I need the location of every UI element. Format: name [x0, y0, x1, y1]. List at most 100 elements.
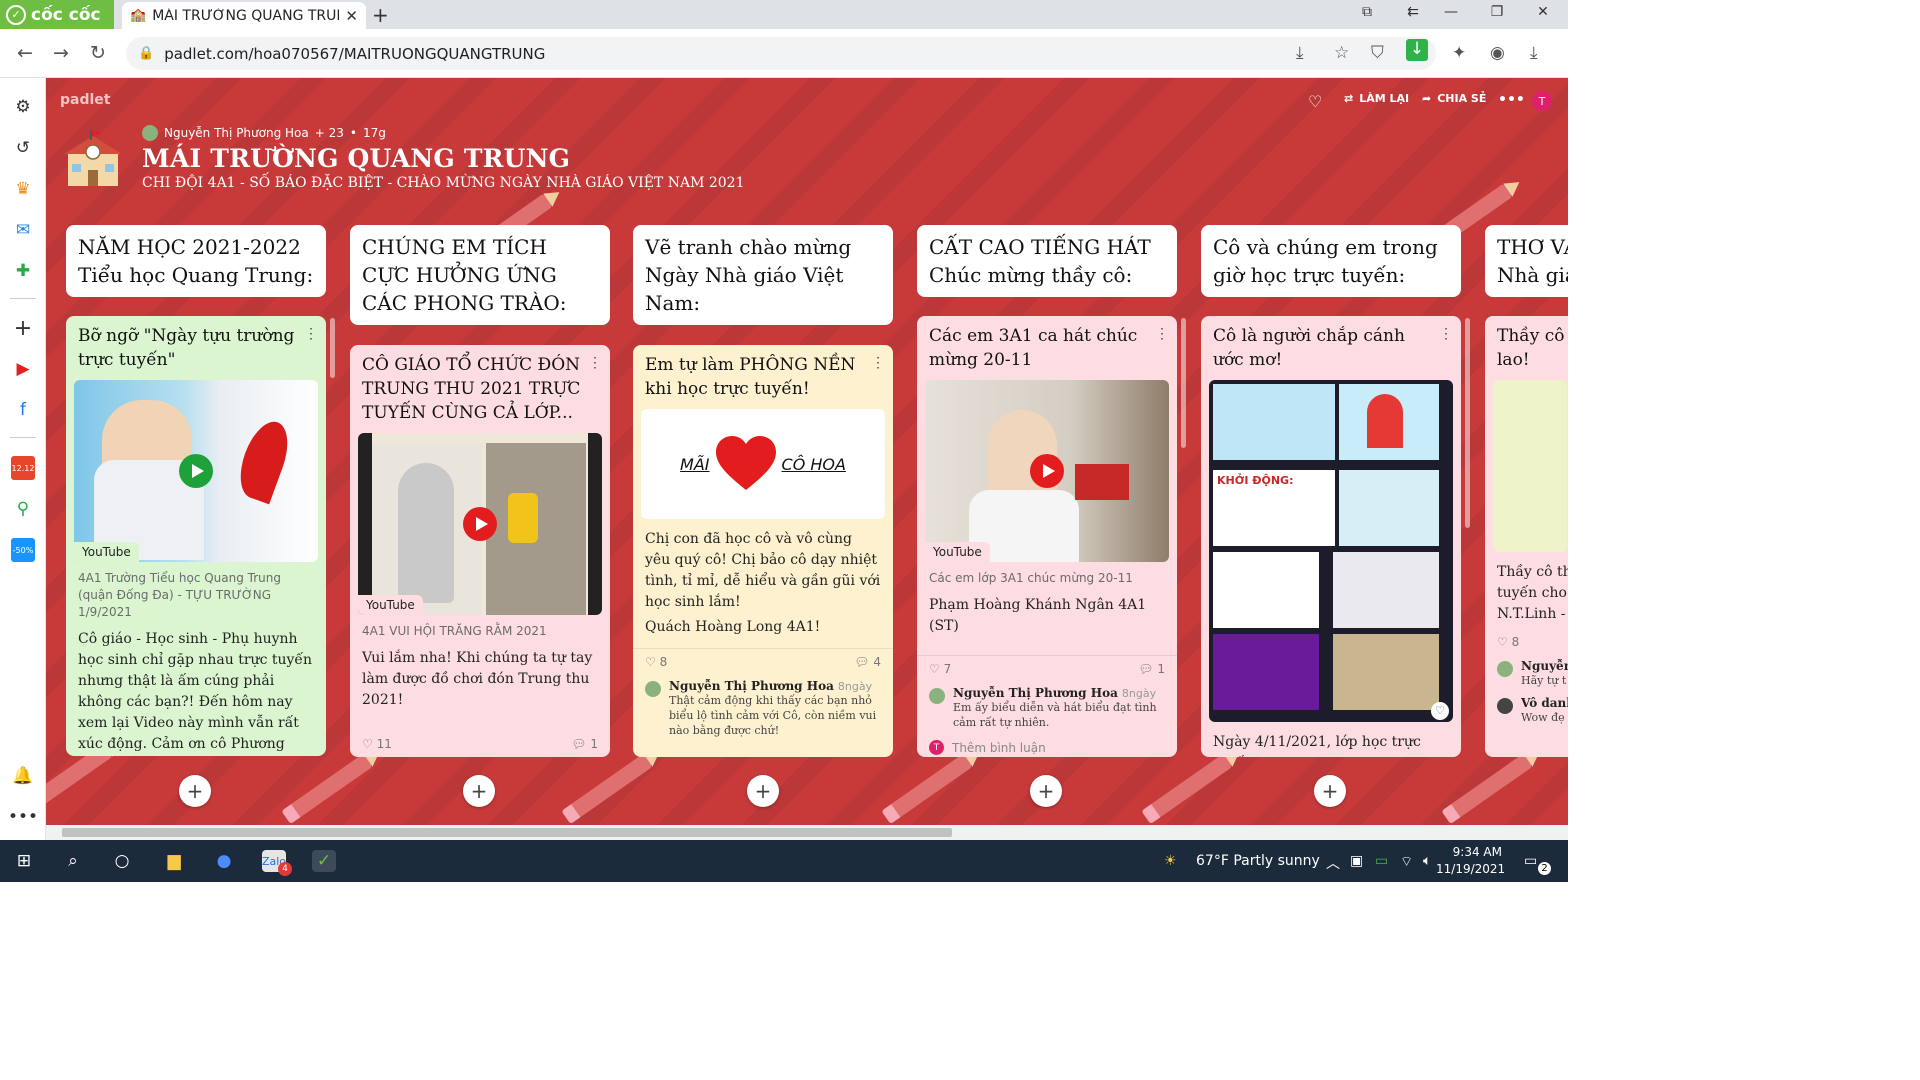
comment-avatar[interactable]: [645, 681, 661, 697]
add-post-button[interactable]: +: [179, 775, 211, 807]
download-extension-icon[interactable]: ↓: [1406, 39, 1428, 61]
maximize-button[interactable]: ❐: [1474, 4, 1520, 20]
add-post-button[interactable]: +: [1030, 775, 1062, 807]
play-button-icon[interactable]: [1030, 454, 1064, 488]
close-window-button[interactable]: ✕: [1520, 4, 1566, 20]
add-post-button[interactable]: +: [747, 775, 779, 807]
column-heading[interactable]: Cô và chúng em trong giờ học trực tuyến:: [1201, 225, 1461, 297]
cortana-icon[interactable]: ○: [110, 850, 134, 872]
column-heading[interactable]: CHÚNG EM TÍCH CỰC HƯỞNG ỨNG CÁC PHONG TR…: [350, 225, 610, 325]
tray-app-icon[interactable]: ▣: [1350, 853, 1363, 869]
install-app-icon[interactable]: ⤓: [1296, 43, 1304, 63]
post-card[interactable]: Em tự làm PHÔNG NỀN khi học trực tuyến! …: [633, 345, 893, 757]
weather-text[interactable]: 67°F Partly sunny: [1196, 853, 1320, 869]
comment-button[interactable]: 💬︎ 1: [1138, 662, 1165, 676]
like-button[interactable]: ♡ 11: [362, 737, 392, 751]
column-heading[interactable]: Vẽ tranh chào mừng Ngày Nhà giáo Việt Na…: [633, 225, 893, 325]
battery-icon[interactable]: ▭: [1375, 853, 1388, 869]
volume-icon[interactable]: 🔈︎: [1423, 853, 1431, 869]
browser-tab-active[interactable]: 🏫 MÁI TRƯỜNG QUANG TRUN ✕: [122, 2, 366, 29]
add-post-button[interactable]: +: [463, 775, 495, 807]
add-post-button[interactable]: +: [1314, 775, 1346, 807]
comment-avatar[interactable]: [1497, 698, 1513, 714]
crown-icon[interactable]: ♛: [11, 177, 35, 201]
youtube-icon[interactable]: ▶: [11, 357, 35, 381]
url-bar[interactable]: 🔒 padlet.com/hoa070567/MAITRUONGQUANGTRU…: [126, 37, 1436, 70]
card-scrollbar[interactable]: [1181, 318, 1186, 448]
video-thumbnail[interactable]: YouTube: [925, 380, 1169, 562]
new-tab-button[interactable]: +: [372, 3, 389, 27]
forward-arrow-icon[interactable]: →: [53, 42, 69, 64]
column-heading[interactable]: NĂM HỌC 2021-2022 Tiểu học Quang Trung:: [66, 225, 326, 297]
video-thumbnail[interactable]: YouTube: [358, 433, 602, 615]
heart-icon[interactable]: ♡: [1308, 92, 1322, 111]
heart-reaction-icon[interactable]: ♡: [1431, 702, 1449, 720]
notifications-center-icon[interactable]: ▭: [1524, 853, 1537, 869]
post-menu-icon[interactable]: ⋮: [871, 351, 885, 375]
zoom-icon[interactable]: ●: [212, 850, 236, 872]
downloads-icon[interactable]: ⤓: [1530, 43, 1538, 63]
padlet-logo[interactable]: padlet: [60, 92, 110, 108]
tiki-icon[interactable]: -50%: [11, 538, 35, 562]
like-button[interactable]: ♡ 7: [929, 662, 951, 676]
remake-button[interactable]: ⇄ LÀM LẠI: [1344, 92, 1409, 105]
windows-start-icon[interactable]: ⊞: [12, 850, 36, 872]
share-button[interactable]: ➦ CHIA SẺ: [1422, 92, 1486, 105]
post-card[interactable]: Các em 3A1 ca hát chúc mừng 20-11 ⋮ YouT…: [917, 316, 1177, 757]
notifications-bell-icon[interactable]: 🔔: [11, 764, 35, 788]
author-name[interactable]: Nguyễn Thị Phương Hoa: [164, 126, 309, 140]
comment-avatar[interactable]: [1497, 661, 1513, 677]
facebook-icon[interactable]: f: [11, 398, 35, 422]
video-thumbnail[interactable]: YouTube: [74, 380, 318, 562]
weather-icon[interactable]: ☀: [1164, 853, 1177, 869]
wifi-icon[interactable]: ⌔: [1400, 853, 1413, 871]
collage-image[interactable]: KHỞI ĐỘNG: ♡: [1209, 380, 1453, 722]
post-card[interactable]: Cô là người chắp cánh ước mơ! ⋮ KHỞI ĐỘN…: [1201, 316, 1461, 757]
comment-button[interactable]: 💬︎ 1: [571, 737, 598, 751]
shopee-icon[interactable]: 12.12: [11, 456, 35, 480]
more-dots-icon[interactable]: •••: [8, 805, 38, 829]
like-button[interactable]: ♡ 8: [1497, 635, 1519, 649]
card-scrollbar[interactable]: [1465, 318, 1470, 528]
add-comment-field[interactable]: T Thêm bình luận: [917, 734, 1177, 757]
comment-avatar[interactable]: [929, 688, 945, 704]
coccoc-brand-button[interactable]: ✓ cốc cốc: [0, 0, 114, 29]
user-avatar[interactable]: T: [1532, 91, 1552, 111]
minimize-button[interactable]: —: [1428, 4, 1474, 20]
extensions-puzzle-icon[interactable]: ✦: [1452, 43, 1466, 63]
comment-button[interactable]: 💬︎ 4: [854, 655, 881, 669]
close-tab-icon[interactable]: ✕: [345, 7, 358, 25]
map-pin-icon[interactable]: ⚲: [11, 497, 35, 521]
horizontal-scrollbar[interactable]: [46, 825, 1568, 840]
gamepad-icon[interactable]: ✚: [11, 259, 35, 283]
add-sidebar-item-icon[interactable]: +: [11, 316, 35, 341]
settings-gear-icon[interactable]: ⚙: [11, 95, 35, 119]
back-arrow-icon[interactable]: ←: [17, 42, 33, 64]
play-button-icon[interactable]: [463, 507, 497, 541]
post-card[interactable]: Thầy cô lao! Thầy cô th tuyến cho N.T.Linh …: [1485, 316, 1568, 757]
column-heading[interactable]: CẤT CAO TIẾNG HÁT Chúc mừng thầy cô:: [917, 225, 1177, 297]
post-card[interactable]: Bỡ ngỡ "Ngày tựu trường trực tuyến" ⋮ Yo…: [66, 316, 326, 756]
screenshot-icon[interactable]: ⧉: [1344, 4, 1390, 20]
file-explorer-icon[interactable]: ▆: [162, 850, 186, 872]
post-menu-icon[interactable]: ⋮: [588, 351, 602, 375]
scrollbar-thumb[interactable]: [62, 828, 952, 837]
tray-chevron-icon[interactable]: ︿: [1326, 853, 1340, 873]
post-menu-icon[interactable]: ⋮: [1439, 322, 1453, 346]
poem-image[interactable]: [1493, 380, 1567, 552]
shield-icon[interactable]: ⛉: [1371, 43, 1384, 63]
profile-icon[interactable]: ◉: [1490, 43, 1505, 63]
history-icon[interactable]: ↺: [11, 136, 35, 160]
post-menu-icon[interactable]: ⋮: [304, 322, 318, 346]
author-avatar[interactable]: [142, 125, 158, 141]
bookmark-star-icon[interactable]: ☆: [1334, 43, 1349, 63]
system-clock[interactable]: 9:34 AM 11/19/2021: [1436, 844, 1505, 878]
column-heading[interactable]: THƠ VÀNhà giá: [1485, 225, 1568, 297]
play-button-icon[interactable]: [179, 454, 213, 488]
more-options-button[interactable]: •••: [1498, 92, 1525, 108]
post-card[interactable]: CÔ GIÁO TỔ CHỨC ĐÓN TRUNG THU 2021 TRỰC …: [350, 345, 610, 757]
post-image[interactable]: MÃI CÔ HOA: [641, 409, 885, 519]
reload-icon[interactable]: ↻: [90, 42, 106, 64]
like-button[interactable]: ♡ 8: [645, 655, 667, 669]
post-menu-icon[interactable]: ⋮: [1155, 322, 1169, 346]
